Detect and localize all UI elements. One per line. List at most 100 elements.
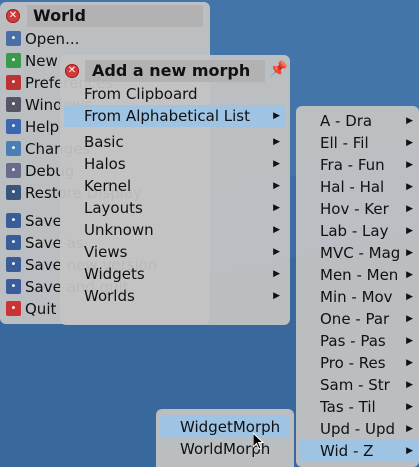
range-label: One - Par (320, 310, 390, 328)
alphabetical-range-item[interactable]: Tas - Til ▶ (300, 396, 419, 418)
world-menu-item[interactable]: •Restore Display (3, 182, 142, 204)
category-item[interactable]: Unknown ▶ (64, 219, 286, 241)
save-version-icon: • (6, 257, 21, 272)
add-morph-close-button[interactable]: ✕ (65, 64, 79, 78)
world-menu-item-label: New (25, 52, 58, 70)
submenu-arrow-icon: ▶ (406, 138, 413, 148)
world-menu-item[interactable]: • Debug (3, 160, 74, 182)
help-icon: • (6, 119, 21, 134)
world-menu-item[interactable]: • Save (3, 210, 63, 232)
category-label: Views (84, 243, 128, 261)
range-label: Tas - Til (320, 398, 376, 416)
save-quit-icon: • (6, 279, 21, 294)
folder-icon: • (6, 31, 21, 46)
world-menu-item-label: Save (25, 212, 62, 230)
category-item[interactable]: Layouts ▶ (64, 197, 286, 219)
category-label: Worlds (84, 287, 135, 305)
add-morph-title-bar: Add a new morph (85, 60, 265, 82)
range-label: Lab - Lay (320, 222, 389, 240)
submenu-arrow-icon: ▶ (406, 226, 413, 236)
world-menu-item[interactable]: • Open... (3, 28, 79, 50)
alphabetical-range-item[interactable]: Ell - Fil ▶ (300, 132, 419, 154)
range-label: MVC - Mag (320, 244, 401, 262)
world-menu-item-label: Help (25, 118, 60, 136)
from-alphabetical-list-item[interactable]: From Alphabetical List ▶ (64, 105, 286, 127)
menu-item-label: From Clipboard (84, 85, 198, 103)
alphabetical-range-item[interactable]: Sam - Str ▶ (300, 374, 419, 396)
alphabetical-range-item[interactable]: MVC - Mag ▶ (300, 242, 419, 264)
world-menu-item[interactable]: •Save and quit (3, 276, 129, 298)
range-label: Min - Mov (320, 288, 393, 306)
category-label: Basic (84, 133, 124, 151)
world-menu-item[interactable]: • Windows (3, 94, 92, 116)
category-label: Halos (84, 155, 126, 173)
submenu-arrow-icon: ▶ (406, 182, 413, 192)
display-icon: • (6, 185, 21, 200)
alphabetical-range-item[interactable]: Upd - Upd ▶ (300, 418, 419, 440)
world-menu-item[interactable]: •Save new version (3, 254, 157, 276)
category-item[interactable]: Halos ▶ (64, 153, 286, 175)
widget-items: WidgetMorph WorldMorph (160, 416, 290, 462)
alphabetical-range-item[interactable]: Hov - Ker ▶ (300, 198, 419, 220)
alphabetical-range-item[interactable]: Pro - Res ▶ (300, 352, 419, 374)
submenu-arrow-icon: ▶ (406, 446, 413, 456)
submenu-arrow-icon: ▶ (273, 203, 280, 213)
submenu-arrow-icon: ▶ (406, 248, 413, 258)
category-item[interactable]: Widgets ▶ (64, 263, 286, 285)
world-menu-item[interactable]: • Changes (3, 138, 90, 160)
category-label: Kernel (84, 177, 132, 195)
category-item[interactable]: Worlds ▶ (64, 285, 286, 307)
submenu-arrow-icon: ▶ (406, 336, 413, 346)
alphabetical-range-item[interactable]: Men - Men ▶ (300, 264, 419, 286)
add-morph-title: Add a new morph (92, 61, 251, 80)
morph-class-item[interactable]: WorldMorph (160, 438, 290, 460)
range-label: Sam - Str (320, 376, 390, 394)
alphabetical-range-item[interactable]: One - Par ▶ (300, 308, 419, 330)
alphabetical-range-item[interactable]: Hal - Hal ▶ (300, 176, 419, 198)
morph-class-item[interactable]: WidgetMorph (160, 416, 290, 438)
category-item[interactable]: Kernel ▶ (64, 175, 286, 197)
window-icon: • (6, 97, 21, 112)
category-label: Layouts (84, 199, 143, 217)
range-label: Wid - Z (320, 442, 374, 460)
submenu-arrow-icon: ▶ (273, 291, 280, 301)
debug-icon: • (6, 163, 21, 178)
world-menu-close-button[interactable]: ✕ (6, 9, 20, 23)
alphabetical-range-item[interactable]: Lab - Lay ▶ (300, 220, 419, 242)
submenu-arrow-icon: ▶ (406, 116, 413, 126)
range-label: Men - Men (320, 266, 399, 284)
submenu-arrow-icon: ▶ (406, 292, 413, 302)
alphabetical-range-item[interactable]: Wid - Z ▶ (300, 440, 419, 462)
range-label: Hal - Hal (320, 178, 385, 196)
menu-item-label: From Alphabetical List (84, 107, 250, 125)
range-label: Upd - Upd (320, 420, 395, 438)
mouse-cursor-icon (253, 433, 265, 450)
category-item[interactable]: Views ▶ (64, 241, 286, 263)
range-label: Hov - Ker (320, 200, 389, 218)
world-menu-item[interactable]: • Help (3, 116, 63, 138)
category-label: Unknown (84, 221, 154, 239)
submenu-arrow-icon: ▶ (406, 204, 413, 214)
from-clipboard-item[interactable]: From Clipboard (64, 83, 286, 105)
world-menu-item[interactable]: • New (3, 50, 63, 72)
save-icon: • (6, 213, 21, 228)
category-item[interactable]: Basic ▶ (64, 131, 286, 153)
submenu-arrow-icon: ▶ (273, 269, 280, 279)
submenu-arrow-icon: ▶ (273, 181, 280, 191)
world-menu-item[interactable]: •Preferences (3, 72, 113, 94)
world-menu-item[interactable]: •Save as... (3, 232, 98, 254)
world-menu-item[interactable]: • Quit (3, 298, 63, 320)
save-as-icon: • (6, 235, 21, 250)
quit-icon: • (6, 301, 21, 316)
preferences-icon: • (6, 75, 21, 90)
alphabetical-range-item[interactable]: A - Dra ▶ (300, 110, 419, 132)
submenu-arrow-icon: ▶ (273, 225, 280, 235)
alphabetical-range-item[interactable]: Min - Mov ▶ (300, 286, 419, 308)
alphabetical-range-item[interactable]: Pas - Pas ▶ (300, 330, 419, 352)
changes-icon: • (6, 141, 21, 156)
add-morph-items: From Clipboard From Alphabetical List ▶ Bas… (64, 83, 286, 313)
world-menu-item-label: Open... (25, 30, 80, 48)
pin-icon[interactable]: 📌 (269, 60, 288, 78)
alphabetical-range-item[interactable]: Fra - Fun ▶ (300, 154, 419, 176)
submenu-arrow-icon: ▶ (406, 358, 413, 368)
